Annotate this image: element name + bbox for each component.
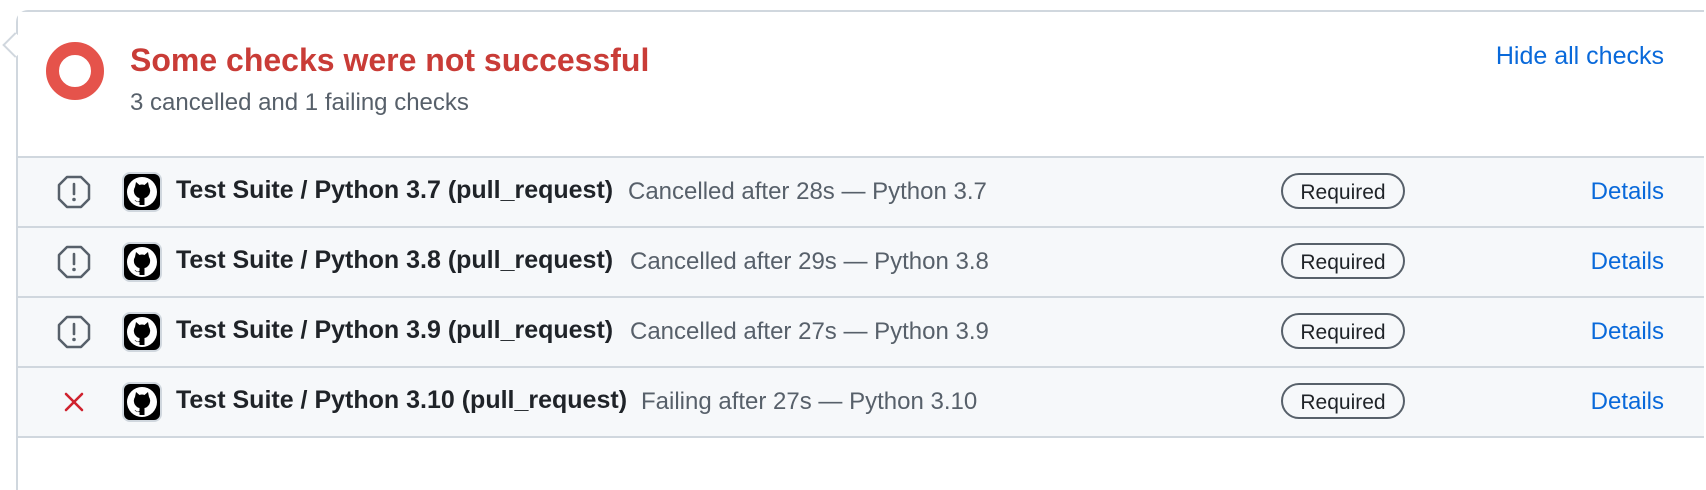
details-link[interactable]: Details <box>1591 178 1664 206</box>
check-row: Test Suite / Python 3.8 (pull_request) C… <box>18 228 1704 298</box>
check-description: Cancelled after 29s — Python 3.8 <box>630 248 989 275</box>
checks-title: Some checks were not successful <box>130 42 650 78</box>
github-logo-avatar <box>122 172 162 212</box>
failure-status-icon <box>46 42 104 100</box>
required-badge: Required <box>1281 383 1405 419</box>
check-row: Test Suite / Python 3.10 (pull_request) … <box>18 368 1704 438</box>
details-link[interactable]: Details <box>1591 248 1664 276</box>
check-row: Test Suite / Python 3.7 (pull_request) C… <box>18 158 1704 228</box>
check-row: Test Suite / Python 3.9 (pull_request) C… <box>18 298 1704 368</box>
checks-header: Some checks were not successful 3 cancel… <box>18 12 1704 158</box>
cancelled-icon <box>57 245 91 279</box>
check-name: Test Suite / Python 3.7 (pull_request) <box>176 176 614 204</box>
cancelled-icon <box>57 175 91 209</box>
check-description: Cancelled after 27s — Python 3.9 <box>630 318 989 345</box>
details-link[interactable]: Details <box>1591 388 1664 416</box>
check-name: Test Suite / Python 3.9 (pull_request) <box>176 316 614 344</box>
required-badge: Required <box>1281 313 1405 349</box>
github-logo-avatar <box>122 382 162 422</box>
checks-panel: Some checks were not successful 3 cancel… <box>16 10 1704 490</box>
checks-summary: 3 cancelled and 1 failing checks <box>130 89 469 116</box>
check-description: Failing after 27s — Python 3.10 <box>641 388 978 415</box>
github-icon <box>127 247 157 277</box>
github-logo-avatar <box>122 242 162 282</box>
github-icon <box>127 387 157 417</box>
failed-icon <box>64 392 84 412</box>
required-badge: Required <box>1281 173 1405 209</box>
github-icon <box>127 177 157 207</box>
github-icon <box>127 317 157 347</box>
check-name: Test Suite / Python 3.8 (pull_request) <box>176 246 614 274</box>
check-description: Cancelled after 28s — Python 3.7 <box>628 178 987 205</box>
github-logo-avatar <box>122 312 162 352</box>
required-badge: Required <box>1281 243 1405 279</box>
cancelled-icon <box>57 315 91 349</box>
check-name: Test Suite / Python 3.10 (pull_request) <box>176 386 628 414</box>
details-link[interactable]: Details <box>1591 318 1664 346</box>
checks-list: Test Suite / Python 3.7 (pull_request) C… <box>18 158 1704 438</box>
hide-all-checks-link[interactable]: Hide all checks <box>1496 42 1664 71</box>
